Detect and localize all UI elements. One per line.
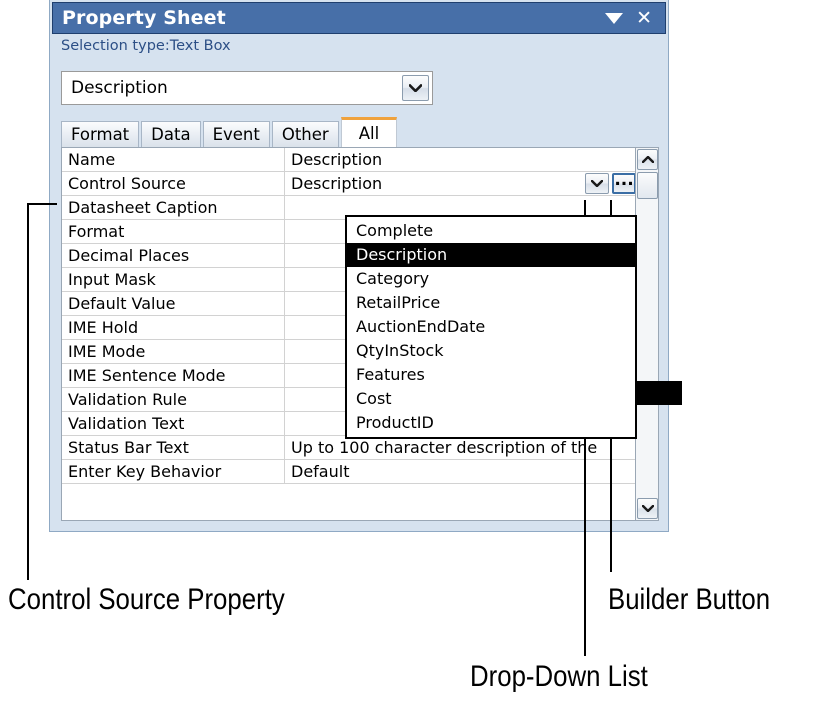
property-grid: Name Description Control Source Descript… bbox=[61, 147, 682, 521]
object-selector-combo[interactable]: Description bbox=[61, 71, 433, 105]
property-value-control-source[interactable]: Description ... bbox=[285, 172, 637, 195]
table-row[interactable]: Name Description bbox=[62, 148, 637, 172]
tab-label: Data bbox=[151, 125, 191, 144]
caret-down-icon[interactable] bbox=[605, 12, 624, 24]
tab-label: Event bbox=[212, 125, 260, 144]
control-source-buttons: ... bbox=[585, 172, 636, 194]
close-icon[interactable]: ✕ bbox=[636, 8, 652, 28]
list-item[interactable]: Features bbox=[347, 363, 635, 387]
panel-title-bar: Property Sheet ✕ bbox=[52, 2, 666, 34]
title-bar-controls: ✕ bbox=[605, 8, 652, 28]
property-name: IME Sentence Mode bbox=[62, 364, 285, 387]
annotation-control-source-property: Control Source Property bbox=[8, 583, 285, 616]
tab-format[interactable]: Format bbox=[61, 121, 140, 147]
tab-label: Other bbox=[281, 125, 329, 144]
property-name: Status Bar Text bbox=[62, 436, 285, 459]
tab-event[interactable]: Event bbox=[202, 121, 270, 147]
list-item-selected[interactable]: Description bbox=[347, 243, 635, 267]
property-name: Format bbox=[62, 220, 285, 243]
property-name: Default Value bbox=[62, 292, 285, 315]
list-item[interactable]: QtyInStock bbox=[347, 339, 635, 363]
chevron-down-icon[interactable] bbox=[402, 75, 429, 101]
list-item[interactable]: Category bbox=[347, 267, 635, 291]
grid-scrollbar[interactable] bbox=[635, 148, 658, 520]
property-name: Decimal Places bbox=[62, 244, 285, 267]
tab-all[interactable]: All bbox=[340, 117, 398, 147]
tab-label: Format bbox=[71, 125, 130, 144]
property-name: Validation Text bbox=[62, 412, 285, 435]
leader-line-control-source-vertical bbox=[27, 203, 29, 580]
list-item[interactable]: RetailPrice bbox=[347, 291, 635, 315]
ellipsis-icon[interactable]: ... bbox=[612, 172, 636, 194]
chevron-down-icon[interactable] bbox=[585, 173, 609, 194]
property-name: Control Source bbox=[62, 172, 285, 195]
list-item[interactable]: ProductID bbox=[347, 411, 635, 435]
property-name: IME Mode bbox=[62, 340, 285, 363]
leader-line-control-source-horizontal bbox=[27, 203, 57, 205]
scroll-down-arrow-icon[interactable] bbox=[637, 498, 658, 519]
page-title: Property Sheet bbox=[62, 7, 226, 29]
property-name: IME Hold bbox=[62, 316, 285, 339]
tab-label: All bbox=[358, 124, 380, 143]
scrollbar-thumb[interactable] bbox=[637, 172, 658, 199]
control-source-dropdown-list[interactable]: Complete Description Category RetailPric… bbox=[345, 215, 637, 439]
property-name: Datasheet Caption bbox=[62, 196, 285, 219]
control-source-value: Description bbox=[291, 174, 383, 193]
list-item[interactable]: Cost bbox=[347, 387, 635, 411]
annotation-builder-button: Builder Button bbox=[608, 583, 771, 616]
table-row[interactable]: Enter Key Behavior Default bbox=[62, 460, 637, 484]
annotation-drop-down-list: Drop-Down List bbox=[470, 660, 648, 693]
builder-button-label: ... bbox=[614, 172, 634, 190]
table-row[interactable]: Status Bar Text Up to 100 character desc… bbox=[62, 436, 637, 460]
scroll-up-arrow-icon[interactable] bbox=[637, 149, 658, 170]
table-row-control-source[interactable]: Control Source Description ... bbox=[62, 172, 637, 196]
selection-highlight-extension bbox=[637, 381, 682, 405]
tab-data[interactable]: Data bbox=[141, 121, 201, 147]
property-tabs: Format Data Event Other All bbox=[61, 117, 399, 147]
list-item[interactable]: AuctionEndDate bbox=[347, 315, 635, 339]
object-selector-value: Description bbox=[71, 78, 168, 98]
property-name: Validation Rule bbox=[62, 388, 285, 411]
property-name: Input Mask bbox=[62, 268, 285, 291]
property-value[interactable]: Description bbox=[285, 148, 637, 171]
property-name: Enter Key Behavior bbox=[62, 460, 285, 483]
tab-other[interactable]: Other bbox=[271, 121, 339, 147]
list-item[interactable]: Complete bbox=[347, 219, 635, 243]
property-name: Name bbox=[62, 148, 285, 171]
selection-type-label: Selection type:Text Box bbox=[61, 38, 231, 54]
property-sheet-panel: Property Sheet ✕ Selection type:Text Box… bbox=[49, 0, 682, 532]
